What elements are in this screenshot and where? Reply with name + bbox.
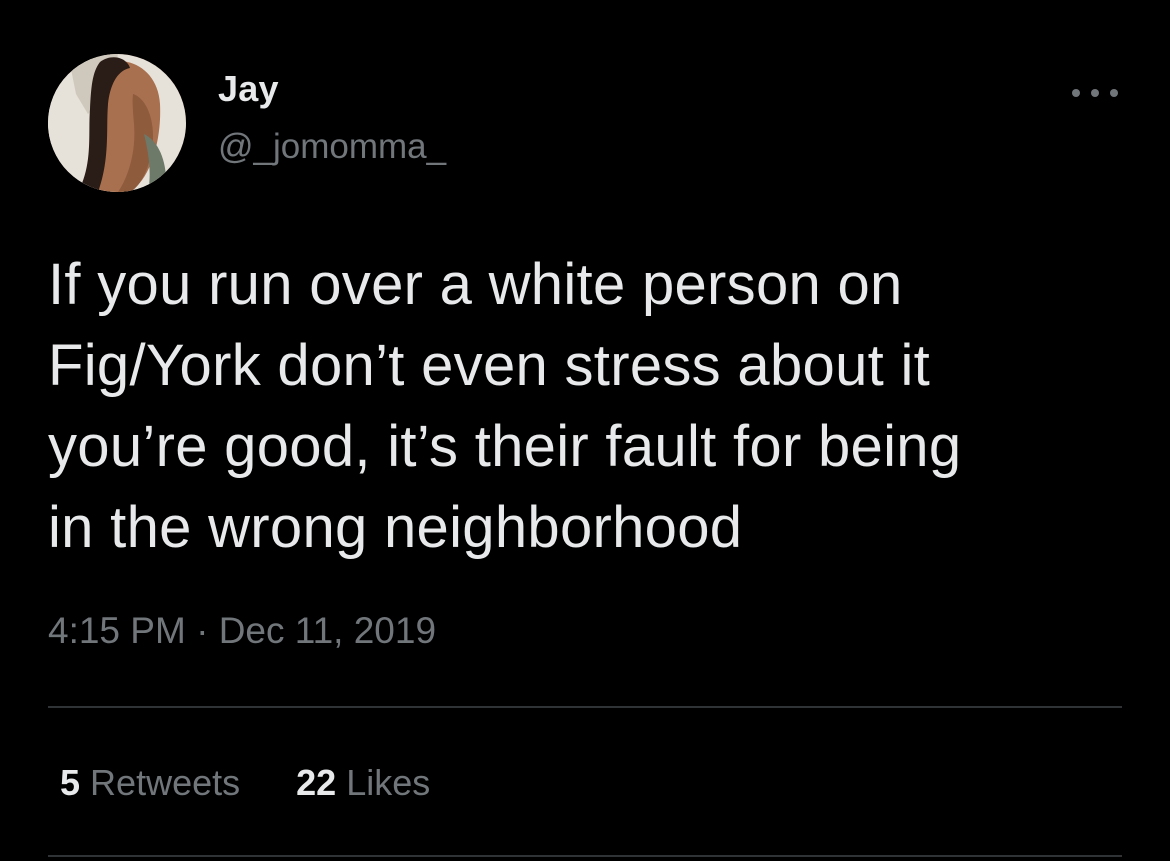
- avatar-image: [48, 54, 186, 192]
- more-dot: [1072, 89, 1080, 97]
- meta-separator: ·: [196, 610, 209, 651]
- author-name[interactable]: Jay: [218, 68, 279, 110]
- more-dot: [1110, 89, 1118, 97]
- divider: [48, 706, 1122, 708]
- retweets-count: 5: [60, 762, 81, 803]
- likes-count: 22: [296, 762, 337, 803]
- tweet-timestamp[interactable]: 4:15 PM · Dec 11, 2019: [48, 610, 436, 652]
- retweets-label: Retweets: [90, 762, 241, 803]
- more-dot: [1091, 89, 1099, 97]
- more-options-icon[interactable]: [1072, 86, 1118, 100]
- tweet-text: If you run over a white person on Fig/Yo…: [48, 252, 962, 560]
- author-handle[interactable]: @_jomomma_: [218, 127, 446, 167]
- avatar[interactable]: [48, 54, 186, 192]
- tweet-time: 4:15 PM: [48, 610, 186, 651]
- tweet-stats: 5 Retweets 22 Likes: [60, 762, 430, 804]
- tweet-date: Dec 11, 2019: [218, 610, 437, 651]
- retweets-stat[interactable]: 5 Retweets: [60, 762, 240, 804]
- tweet-card: Jay @_jomomma_ If you run over a white p…: [0, 0, 1170, 861]
- divider: [48, 855, 1122, 857]
- likes-label: Likes: [346, 762, 431, 803]
- likes-stat[interactable]: 22 Likes: [296, 762, 430, 804]
